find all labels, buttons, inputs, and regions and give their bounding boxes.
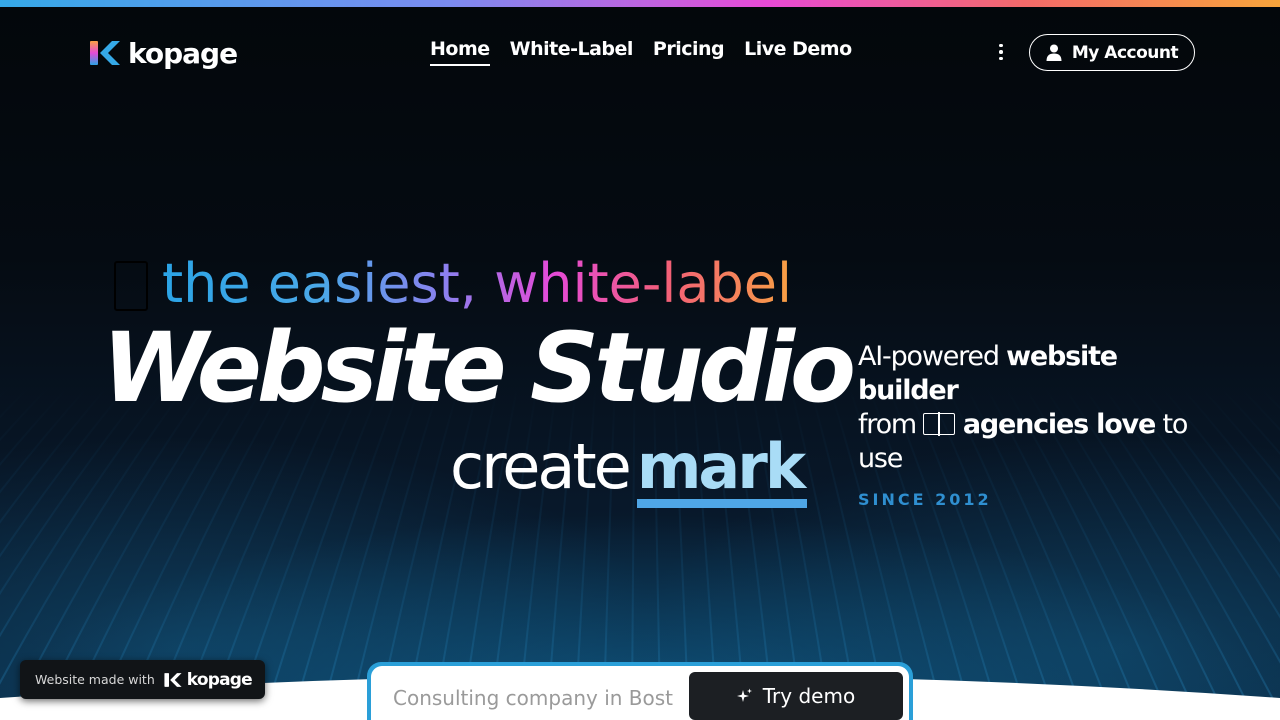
- nav-item-white-label[interactable]: White-Label: [510, 38, 634, 66]
- badge-logo-text: kopage: [186, 669, 253, 690]
- demo-prompt-box: Consulting company in Bost Try demo: [367, 662, 913, 720]
- kebab-menu-icon[interactable]: [992, 42, 1010, 62]
- side-copy-bold2: agencies love: [962, 409, 1156, 440]
- hero-headline: Website Studio: [102, 312, 856, 424]
- demo-prompt-inner: Consulting company in Bost Try demo: [371, 666, 909, 720]
- hero-tagline: the easiest, white-label: [114, 252, 792, 315]
- top-gradient-strip: [0, 0, 1280, 7]
- hero-side-copy: AI-powered website builder from agencies…: [858, 340, 1188, 476]
- nav-item-live-demo[interactable]: Live Demo: [744, 38, 852, 66]
- kopage-logo-icon: [164, 672, 182, 687]
- my-account-button[interactable]: My Account: [1029, 34, 1195, 71]
- logo-text: kopage: [128, 36, 238, 70]
- user-icon: [1046, 44, 1062, 61]
- hero-create-line: create mark: [450, 432, 812, 510]
- missing-glyph-icon: [114, 261, 148, 311]
- kopage-logo-icon: [90, 41, 120, 65]
- since-label: SINCE 2012: [858, 490, 992, 509]
- made-with-label: Website made with: [35, 672, 155, 687]
- site-logo[interactable]: kopage: [90, 36, 238, 70]
- create-word: create: [450, 430, 632, 503]
- badge-logo: kopage: [164, 669, 253, 690]
- side-copy-part1: AI-powered: [858, 341, 1007, 372]
- tagline-text: the easiest, white-label: [162, 252, 792, 315]
- my-account-label: My Account: [1071, 42, 1179, 63]
- try-demo-button[interactable]: Try demo: [689, 672, 903, 720]
- sparkle-icon: [736, 688, 752, 702]
- try-demo-label: Try demo: [762, 684, 856, 708]
- demo-prompt-input[interactable]: Consulting company in Bost: [393, 684, 673, 712]
- flag-placeholder-icon: [923, 412, 956, 436]
- nav-item-home[interactable]: Home: [430, 38, 490, 66]
- rotating-word: mark: [636, 430, 808, 508]
- main-nav: Home White-Label Pricing Live Demo: [430, 38, 852, 66]
- side-copy-from: from: [858, 409, 917, 440]
- nav-item-pricing[interactable]: Pricing: [653, 38, 725, 66]
- made-with-badge[interactable]: Website made with kopage: [20, 660, 265, 699]
